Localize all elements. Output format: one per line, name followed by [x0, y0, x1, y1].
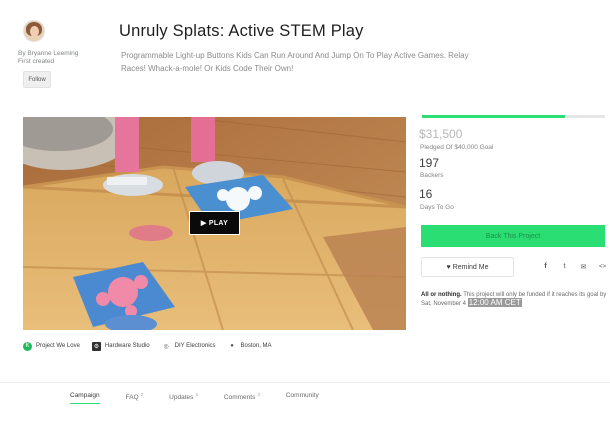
- tab-comments-label: Comments: [223, 394, 256, 402]
- deadline-time: 12:00 AM CET: [467, 298, 522, 307]
- category-label: DIY Electronics: [174, 343, 216, 349]
- funding-progress-fill: [422, 115, 565, 118]
- location-pin-icon: ●: [230, 343, 234, 349]
- days-left-count: 16: [419, 187, 433, 201]
- email-icon[interactable]: ✉: [579, 262, 588, 271]
- creator-name[interactable]: By Bryanne Leeming: [18, 50, 98, 58]
- studio-label: Hardware Studio: [104, 343, 150, 349]
- tab-faq[interactable]: FAQ 2: [126, 392, 144, 401]
- share-icons: f t ✉ <>: [541, 262, 610, 271]
- play-button[interactable]: ▶ PLAY: [189, 211, 240, 235]
- facebook-icon[interactable]: f: [541, 262, 550, 271]
- remind-me-label: Remind Me: [452, 263, 489, 271]
- embed-icon[interactable]: <>: [598, 262, 607, 271]
- follow-button[interactable]: Follow: [23, 71, 51, 88]
- tabs-divider: [0, 382, 610, 383]
- heart-icon: ♥: [446, 263, 451, 271]
- tab-comments[interactable]: Comments 3: [224, 392, 260, 401]
- project-blurb: Programmable Light-up Buttons Kids Can R…: [121, 51, 469, 73]
- location-label: Boston, MA: [240, 343, 272, 349]
- days-left-label: Days To Go: [420, 204, 454, 211]
- tab-updates-label: Updates: [169, 394, 194, 402]
- tab-community-label: Community: [285, 392, 319, 399]
- tab-updates[interactable]: Updates 4: [169, 392, 198, 401]
- project-video[interactable]: ▶ PLAY: [23, 117, 406, 330]
- tab-comments-count: 3: [257, 392, 260, 397]
- project-we-love-badge[interactable]: K Project We Love: [23, 341, 80, 351]
- compass-icon: ◎: [163, 343, 169, 350]
- backers-label: Backers: [420, 172, 444, 179]
- kickstarter-k-icon: K: [23, 341, 32, 351]
- project-we-love-label: Project We Love: [36, 343, 80, 349]
- funding-fine-print: All or nothing. This project will only b…: [421, 291, 609, 308]
- tab-community[interactable]: Community: [286, 392, 319, 401]
- tab-campaign-label: Campaign: [70, 392, 100, 399]
- project-title: Unruly Splats: Active STEM Play: [119, 22, 364, 40]
- category-link[interactable]: ◎ DIY Electronics: [162, 342, 216, 351]
- creator-status: First created: [18, 58, 55, 65]
- project-nav-tabs: Campaign FAQ 2 Updates 4 Comments 3 Communi…: [70, 392, 345, 405]
- creator-block: By Bryanne Leeming First created Follow: [18, 20, 98, 88]
- backers-count: 197: [419, 156, 440, 170]
- location-link[interactable]: ● Boston, MA: [228, 342, 272, 351]
- studio-link[interactable]: ⚙ Hardware Studio: [91, 341, 150, 351]
- tab-faq-label: FAQ: [125, 394, 139, 402]
- tab-updates-count: 4: [195, 392, 198, 397]
- tab-faq-count: 2: [140, 392, 144, 397]
- goal-text: Pledged Of $40,000 Goal: [420, 144, 494, 151]
- creator-avatar[interactable]: [23, 20, 45, 42]
- remind-me-button[interactable]: ♥ Remind Me: [421, 257, 514, 277]
- all-or-nothing-label: All or nothing.: [421, 292, 462, 298]
- tab-campaign[interactable]: Campaign: [70, 392, 100, 405]
- pledged-amount: $31,500: [419, 127, 463, 141]
- funding-progress-bar: [422, 115, 605, 118]
- studio-icon: ⚙: [91, 341, 101, 351]
- project-categories: K Project We Love ⚙ Hardware Studio ◎ DI…: [23, 339, 284, 353]
- back-this-project-button[interactable]: Back This Project: [421, 225, 605, 247]
- twitter-icon[interactable]: t: [560, 262, 569, 271]
